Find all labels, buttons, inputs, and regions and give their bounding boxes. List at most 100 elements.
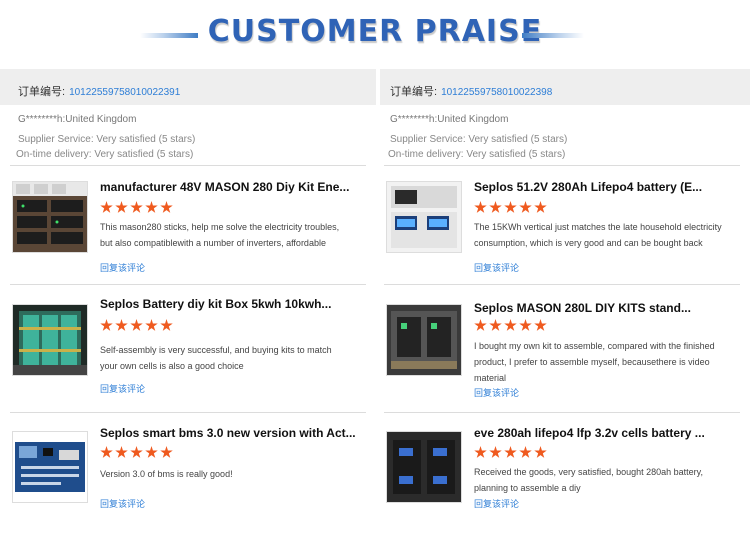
- star-rating: [100, 446, 173, 459]
- reply-link[interactable]: 回复该评论: [100, 261, 145, 274]
- star-icon: [145, 446, 158, 458]
- review-line: Self-assembly is very successful, and bu…: [100, 345, 332, 355]
- divider: [384, 165, 740, 166]
- reply-link[interactable]: 回复该评论: [100, 497, 145, 510]
- star-icon: [160, 319, 173, 331]
- star-rating: [474, 319, 547, 332]
- star-icon: [100, 201, 113, 213]
- review-item: Seplos Battery diy kit Box 5kwh 10kwh...…: [10, 295, 366, 405]
- order-label-text: 订单编号:: [390, 86, 438, 98]
- review-line: I bought my own kit to assemble, compare…: [474, 341, 715, 351]
- review-text: Self-assembly is very successful, and bu…: [100, 342, 360, 374]
- star-icon: [474, 201, 487, 213]
- star-icon: [519, 446, 532, 458]
- star-icon: [489, 446, 502, 458]
- supplier-service-rating: Supplier Service: Very satisfied (5 star…: [390, 134, 568, 145]
- product-title[interactable]: Seplos 51.2V 280Ah Lifepo4 battery (E...: [474, 180, 702, 194]
- review-text: Version 3.0 of bms is really good!: [100, 466, 360, 482]
- star-icon: [115, 446, 128, 458]
- star-icon: [145, 319, 158, 331]
- order-number[interactable]: 10122559758010022391: [69, 87, 180, 98]
- product-image[interactable]: [386, 304, 462, 376]
- review-item: Seplos smart bms 3.0 new version with Ac…: [10, 423, 366, 533]
- star-icon: [489, 201, 502, 213]
- delivery-rating: On-time delivery: Very satisfied (5 star…: [388, 149, 566, 160]
- product-title[interactable]: Seplos MASON 280L DIY KITS stand...: [474, 301, 691, 315]
- product-title[interactable]: Seplos Battery diy kit Box 5kwh 10kwh...: [100, 297, 331, 311]
- review-text: Received the goods, very satisfied, boug…: [474, 464, 734, 496]
- product-image[interactable]: [12, 304, 88, 376]
- divider: [384, 412, 740, 413]
- star-rating: [100, 319, 173, 332]
- product-title[interactable]: manufacturer 48V MASON 280 Diy Kit Ene..…: [100, 180, 349, 194]
- review-line: your own cells is also a good choice: [100, 361, 244, 371]
- star-rating: [474, 446, 547, 459]
- star-icon: [504, 319, 517, 331]
- star-icon: [115, 319, 128, 331]
- review-item: Seplos MASON 280L DIY KITS stand... I bo…: [384, 295, 740, 405]
- divider: [10, 284, 366, 285]
- page-header: CUSTOMER PRAISE: [0, 0, 750, 62]
- order-number[interactable]: 10122559758010022398: [441, 87, 552, 98]
- star-icon: [504, 201, 517, 213]
- divider: [10, 412, 366, 413]
- product-image[interactable]: [12, 431, 88, 503]
- review-item: eve 280ah lifepo4 lfp 3.2v cells battery…: [384, 423, 740, 533]
- order-label-text: 订单编号:: [18, 86, 66, 98]
- star-icon: [534, 319, 547, 331]
- product-title[interactable]: Seplos smart bms 3.0 new version with Ac…: [100, 426, 356, 440]
- star-icon: [534, 446, 547, 458]
- review-line: Received the goods, very satisfied, boug…: [474, 467, 703, 477]
- star-icon: [519, 319, 532, 331]
- review-text: The 15KWh vertical just matches the late…: [474, 219, 734, 251]
- star-icon: [130, 201, 143, 213]
- star-icon: [130, 319, 143, 331]
- review-text: This mason280 sticks, help me solve the …: [100, 219, 360, 251]
- buyer-info: G********h:United Kingdom: [18, 114, 137, 125]
- supplier-service-rating: Supplier Service: Very satisfied (5 star…: [18, 134, 196, 145]
- star-icon: [160, 446, 173, 458]
- star-icon: [474, 319, 487, 331]
- review-line: product, I prefer to assemble myself, be…: [474, 357, 710, 367]
- order-bar: 订单编号: 10122559758010022398: [380, 69, 750, 105]
- order-label: 订单编号: 10122559758010022398: [390, 83, 552, 99]
- star-icon: [160, 201, 173, 213]
- product-image[interactable]: [386, 181, 462, 253]
- divider: [10, 165, 366, 166]
- review-line: consumption, which is very good and can …: [474, 238, 703, 248]
- reply-link[interactable]: 回复该评论: [474, 497, 519, 510]
- star-icon: [145, 201, 158, 213]
- reply-link[interactable]: 回复该评论: [474, 386, 519, 399]
- review-line: Version 3.0 of bms is really good!: [100, 469, 233, 479]
- divider: [384, 284, 740, 285]
- star-icon: [519, 201, 532, 213]
- product-image[interactable]: [12, 181, 88, 253]
- product-title[interactable]: eve 280ah lifepo4 lfp 3.2v cells battery…: [474, 426, 705, 440]
- star-icon: [115, 201, 128, 213]
- product-image[interactable]: [386, 431, 462, 503]
- review-line: This mason280 sticks, help me solve the …: [100, 222, 340, 232]
- review-line: material: [474, 373, 507, 383]
- star-icon: [504, 446, 517, 458]
- title-decor-right: [522, 33, 584, 38]
- order-bar: 订单编号: 10122559758010022391: [0, 69, 376, 105]
- buyer-info: G********h:United Kingdom: [390, 114, 509, 125]
- star-rating: [100, 201, 173, 214]
- star-icon: [534, 201, 547, 213]
- star-rating: [474, 201, 547, 214]
- review-line: but also compatiblewith a number of inve…: [100, 238, 326, 248]
- review-text: I bought my own kit to assemble, compare…: [474, 338, 734, 386]
- star-icon: [474, 446, 487, 458]
- reply-link[interactable]: 回复该评论: [474, 261, 519, 274]
- review-line: The 15KWh vertical just matches the late…: [474, 222, 722, 232]
- review-item: manufacturer 48V MASON 280 Diy Kit Ene..…: [10, 177, 366, 287]
- star-icon: [130, 446, 143, 458]
- reply-link[interactable]: 回复该评论: [100, 382, 145, 395]
- star-icon: [100, 319, 113, 331]
- order-label: 订单编号: 10122559758010022391: [18, 83, 180, 99]
- review-item: Seplos 51.2V 280Ah Lifepo4 battery (E...…: [384, 177, 740, 287]
- star-icon: [100, 446, 113, 458]
- page-title: CUSTOMER PRAISE: [207, 14, 543, 49]
- review-line: planning to assemble a diy: [474, 483, 581, 493]
- delivery-rating: On-time delivery: Very satisfied (5 star…: [16, 149, 194, 160]
